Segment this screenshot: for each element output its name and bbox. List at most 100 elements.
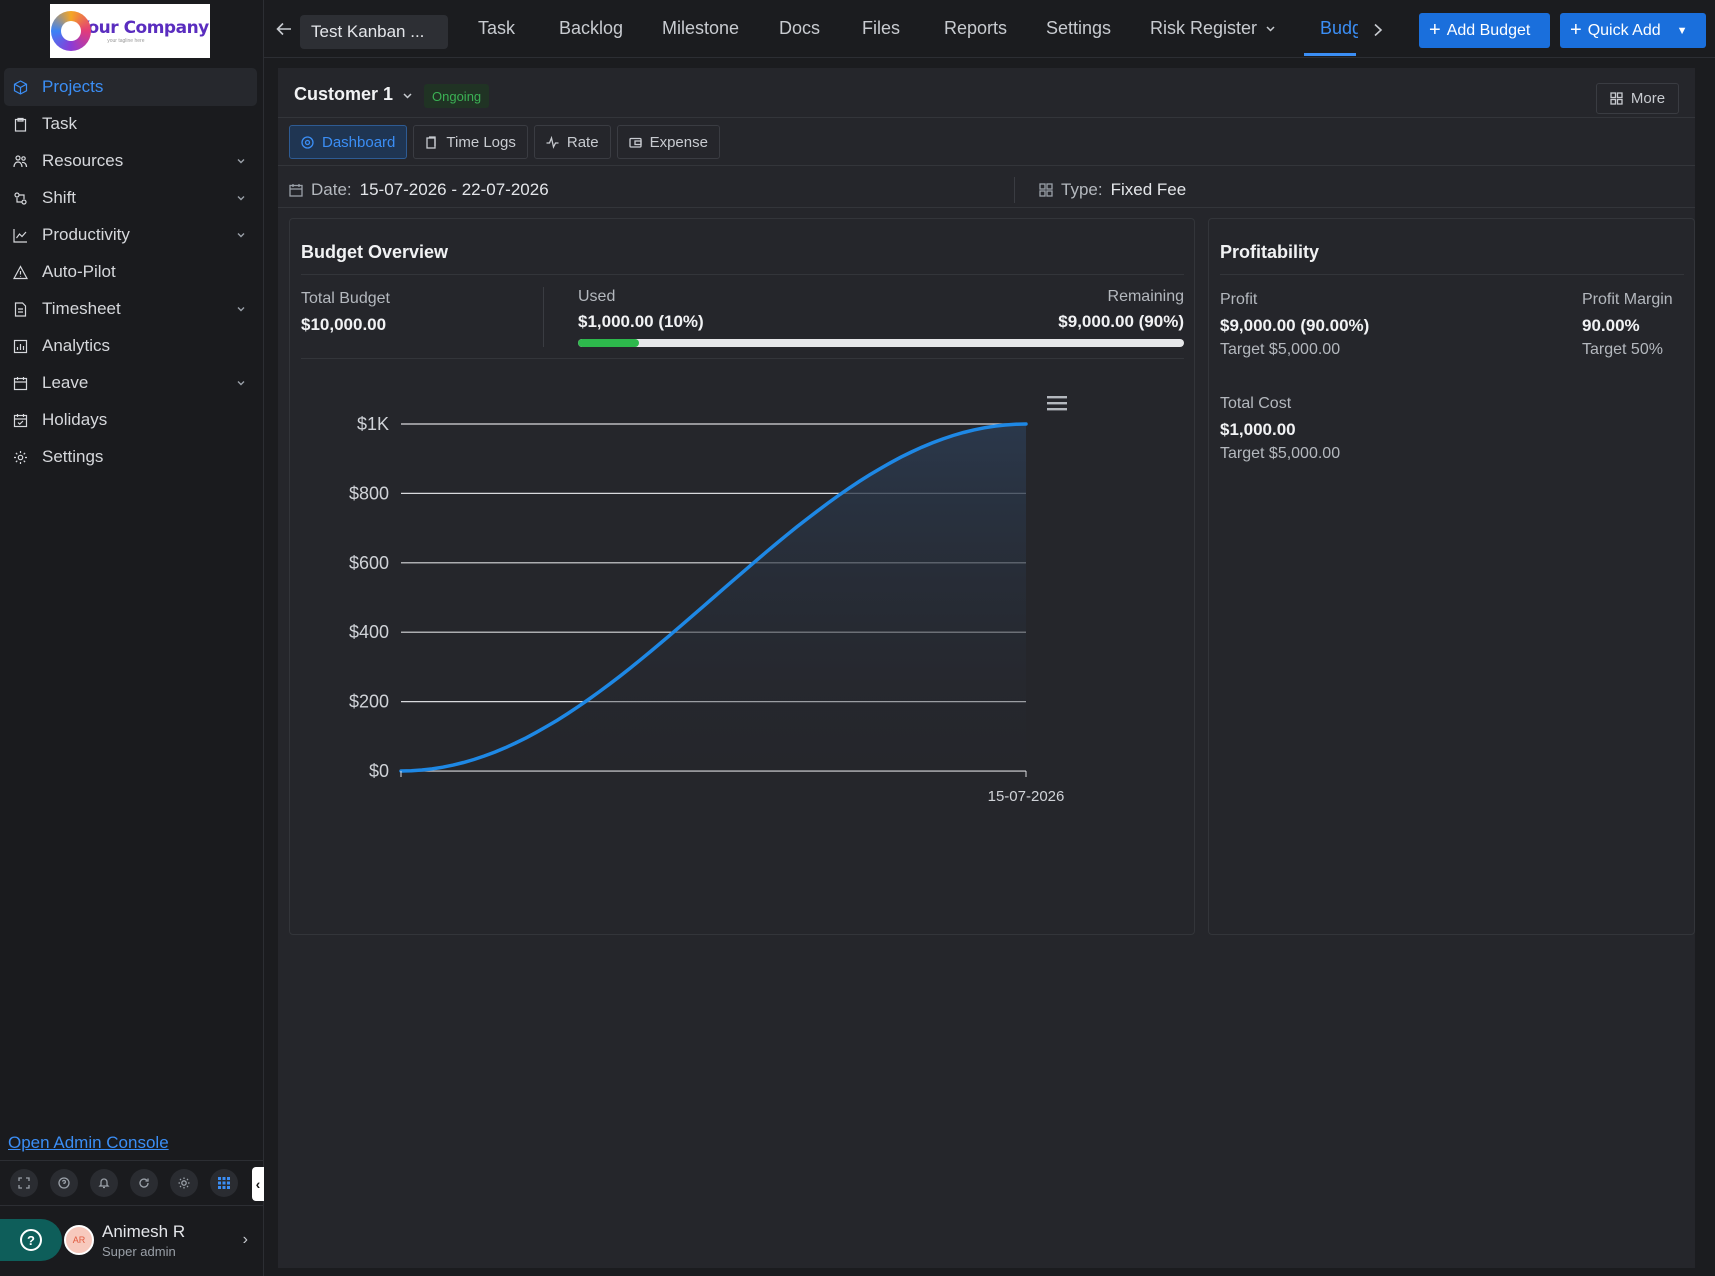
shift-icon	[12, 190, 28, 206]
gear-icon	[12, 449, 28, 465]
clipboard-icon	[12, 116, 28, 132]
budget-subtabs: Dashboard Time Logs Rate Expense	[289, 125, 720, 159]
calendar-icon	[12, 375, 28, 391]
caret-down-icon[interactable]: ▼	[1677, 25, 1688, 37]
chevron-down-icon[interactable]	[235, 229, 247, 241]
hamburger-icon[interactable]	[1047, 396, 1067, 411]
sidebar-item-projects[interactable]: Projects	[4, 68, 257, 106]
project-selector[interactable]: Test Kanban ...	[300, 15, 448, 49]
sidebar-toolbar	[0, 1160, 264, 1206]
quick-add-button[interactable]: + Quick Add ▼	[1560, 13, 1706, 48]
sidebar-item-shift[interactable]: Shift	[4, 179, 257, 217]
total-budget-value: $10,000.00	[301, 315, 387, 334]
total-budget-label: Total Budget	[301, 290, 390, 307]
budget-usage-chart: $0 $200 $400 $600 $800 $1K 15-07-2026	[349, 396, 1067, 805]
subtab-rate[interactable]: Rate	[533, 125, 611, 159]
sidebar-item-label: Projects	[42, 77, 104, 96]
help-button[interactable]: ?	[0, 1219, 62, 1261]
user-profile[interactable]: ? AR Animesh R Super admin ›	[0, 1212, 264, 1268]
total-cost-label: Total Cost	[1220, 395, 1292, 412]
add-budget-button[interactable]: + Add Budget	[1419, 13, 1550, 48]
tab-files[interactable]: Files	[862, 18, 900, 39]
more-label: More	[1630, 90, 1666, 107]
pulse-icon	[546, 135, 559, 149]
chevron-down-icon[interactable]	[235, 155, 247, 167]
subtab-dashboard-label: Dashboard	[322, 133, 396, 151]
bell-icon[interactable]	[90, 1169, 118, 1197]
sidebar-item-settings[interactable]: Settings	[4, 438, 257, 476]
tab-backlog[interactable]: Backlog	[559, 18, 623, 39]
sidebar-item-productivity[interactable]: Productivity	[4, 216, 257, 254]
divider	[301, 274, 1184, 275]
used-label: Used	[578, 288, 616, 305]
profit-value: $9,000.00 (90.00%)	[1220, 316, 1370, 335]
sidebar-item-label: Shift	[42, 188, 77, 207]
sidebar-item-analytics[interactable]: Analytics	[4, 327, 257, 365]
apps-grid-icon[interactable]	[210, 1169, 238, 1197]
budget-progress-bar	[578, 339, 1184, 347]
sidebar-item-label: Leave	[42, 373, 89, 392]
sidebar-item-task[interactable]: Task	[4, 105, 257, 143]
grid-icon	[1610, 92, 1623, 105]
fullscreen-icon[interactable]	[10, 1169, 38, 1197]
active-tab-indicator	[1304, 53, 1356, 56]
sidebar-item-timesheet[interactable]: Timesheet	[4, 290, 257, 328]
more-button[interactable]: More	[1596, 83, 1679, 114]
profit-target: Target $5,000.00	[1220, 341, 1341, 358]
sidebar-nav: Projects Task Resources Shift Productivity Au…	[4, 68, 257, 475]
hamburger-line	[1047, 396, 1067, 399]
sidebar-item-auto-pilot[interactable]: Auto-Pilot	[4, 253, 257, 291]
tab-settings[interactable]: Settings	[1046, 18, 1111, 39]
help-icon[interactable]	[50, 1169, 78, 1197]
chevron-right-icon[interactable]	[1372, 23, 1384, 37]
status-badge: Ongoing	[424, 84, 490, 108]
tab-task[interactable]: Task	[478, 18, 515, 39]
y-tick-label: $1K	[357, 414, 389, 434]
sidebar-item-label: Timesheet	[42, 299, 121, 318]
y-tick-label: $800	[349, 483, 389, 503]
y-tick-label: $200	[349, 692, 389, 712]
collapse-sidebar-icon[interactable]: ‹	[252, 1167, 264, 1201]
sidebar-item-label: Holidays	[42, 410, 108, 429]
used-value: $1,000.00 (10%)	[578, 312, 704, 331]
date-value: 15-07-2026 - 22-07-2026	[359, 180, 549, 199]
sidebar-item-resources[interactable]: Resources	[4, 142, 257, 180]
chevron-down-icon[interactable]	[402, 90, 413, 101]
chevron-right-icon[interactable]: ›	[243, 1231, 248, 1249]
profit-margin-target: Target 50%	[1582, 341, 1663, 358]
chevron-down-icon[interactable]	[235, 192, 247, 204]
subtab-rate-label: Rate	[566, 133, 599, 151]
tab-milestone[interactable]: Milestone	[662, 18, 739, 39]
calendar-icon	[289, 184, 303, 197]
avatar: AR	[64, 1225, 94, 1255]
sidebar-item-leave[interactable]: Leave	[4, 364, 257, 402]
triangle-icon	[12, 264, 28, 280]
customer-name[interactable]: Customer 1	[294, 84, 393, 105]
subtab-dashboard[interactable]: Dashboard	[289, 125, 408, 159]
tab-budget[interactable]: Budget	[1320, 18, 1358, 39]
document-icon	[12, 301, 28, 317]
chevron-down-icon[interactable]	[235, 377, 247, 389]
company-logo[interactable]: Your Company your tagline here	[50, 4, 210, 58]
tab-docs[interactable]: Docs	[779, 18, 820, 39]
budget-overview-card: Budget Overview Total Budget $10,000.00 …	[289, 218, 1195, 935]
tab-risk-register[interactable]: Risk Register	[1150, 18, 1276, 39]
chevron-down-icon[interactable]	[235, 303, 247, 315]
add-budget-label: Add Budget	[1446, 21, 1531, 39]
y-tick-label: $600	[349, 553, 389, 573]
theme-sun-icon[interactable]	[170, 1169, 198, 1197]
subtab-time-logs[interactable]: Time Logs	[413, 125, 528, 159]
subtab-expense[interactable]: Expense	[616, 125, 720, 159]
sidebar-item-holidays[interactable]: Holidays	[4, 401, 257, 439]
budget-info-row: Date: 15-07-2026 - 22-07-2026 Type: Fixe…	[289, 173, 1695, 207]
grid-icon	[1039, 183, 1053, 197]
customer-header: Customer 1 Ongoing More	[278, 68, 1695, 118]
back-arrow-icon[interactable]	[276, 22, 292, 36]
logo-mark	[51, 11, 92, 51]
open-admin-console-link[interactable]: Open Admin Console	[8, 1133, 169, 1153]
tab-reports[interactable]: Reports	[944, 18, 1007, 39]
subtab-time-logs-label: Time Logs	[446, 133, 516, 151]
logo-tagline: your tagline here	[107, 38, 145, 44]
y-tick-label: $0	[369, 761, 389, 781]
refresh-icon[interactable]	[130, 1169, 158, 1197]
